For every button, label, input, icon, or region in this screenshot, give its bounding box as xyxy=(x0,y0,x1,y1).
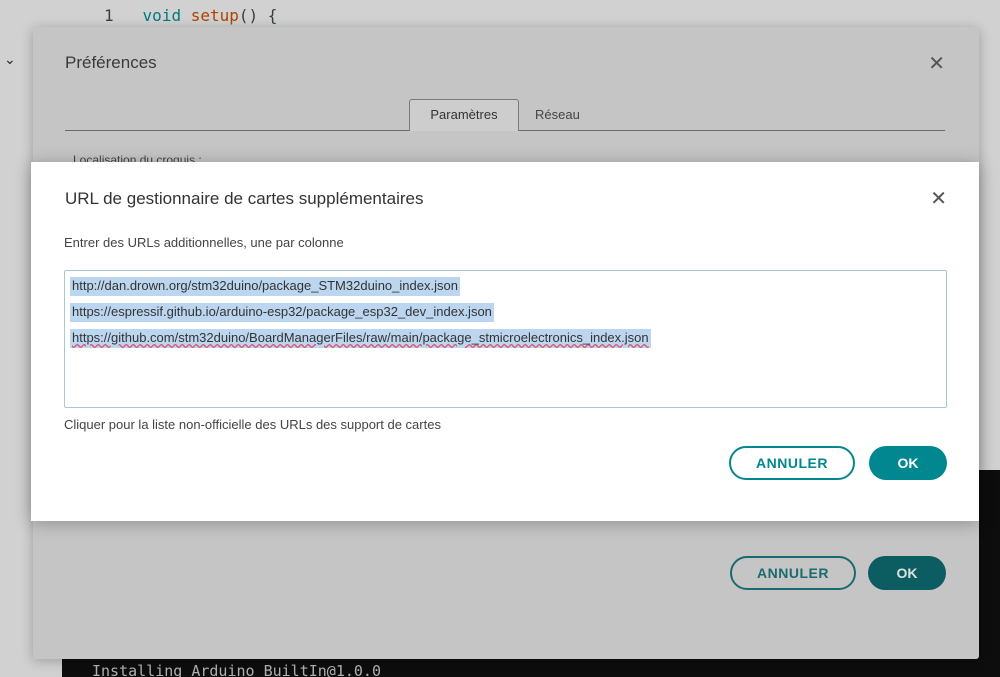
close-icon[interactable]: ✕ xyxy=(930,186,947,210)
urls-textarea[interactable]: http://dan.drown.org/stm32duino/package_… xyxy=(64,270,947,408)
tab-parametres[interactable]: Paramètres xyxy=(409,99,519,131)
url-line[interactable]: https://espressif.github.io/arduino-esp3… xyxy=(70,302,941,328)
url-line[interactable]: http://dan.drown.org/stm32duino/package_… xyxy=(70,276,941,302)
url-text: http://dan.drown.org/stm32duino/package_… xyxy=(70,277,460,296)
ok-button[interactable]: OK xyxy=(869,446,947,480)
url-line[interactable]: https://github.com/stm32duino/BoardManag… xyxy=(70,328,941,354)
dialog-title: URL de gestionnaire de cartes supplément… xyxy=(65,189,424,208)
url-text: https://espressif.github.io/arduino-esp3… xyxy=(70,303,494,322)
unofficial-list-link[interactable]: Cliquer pour la liste non-officielle des… xyxy=(64,417,441,432)
preferences-title: Préférences xyxy=(65,53,157,72)
board-manager-urls-dialog: URL de gestionnaire de cartes supplément… xyxy=(31,162,979,521)
cancel-button[interactable]: ANNULER xyxy=(729,446,855,480)
tab-reseau[interactable]: Réseau xyxy=(535,107,580,122)
preferences-ok-button[interactable]: OK xyxy=(868,556,946,590)
instructions-text: Entrer des URLs additionnelles, une par … xyxy=(64,235,344,250)
url-text: https://github.com/stm32duino/BoardManag… xyxy=(70,329,651,348)
preferences-cancel-button[interactable]: ANNULER xyxy=(730,556,856,590)
close-icon[interactable]: ✕ xyxy=(928,51,945,75)
